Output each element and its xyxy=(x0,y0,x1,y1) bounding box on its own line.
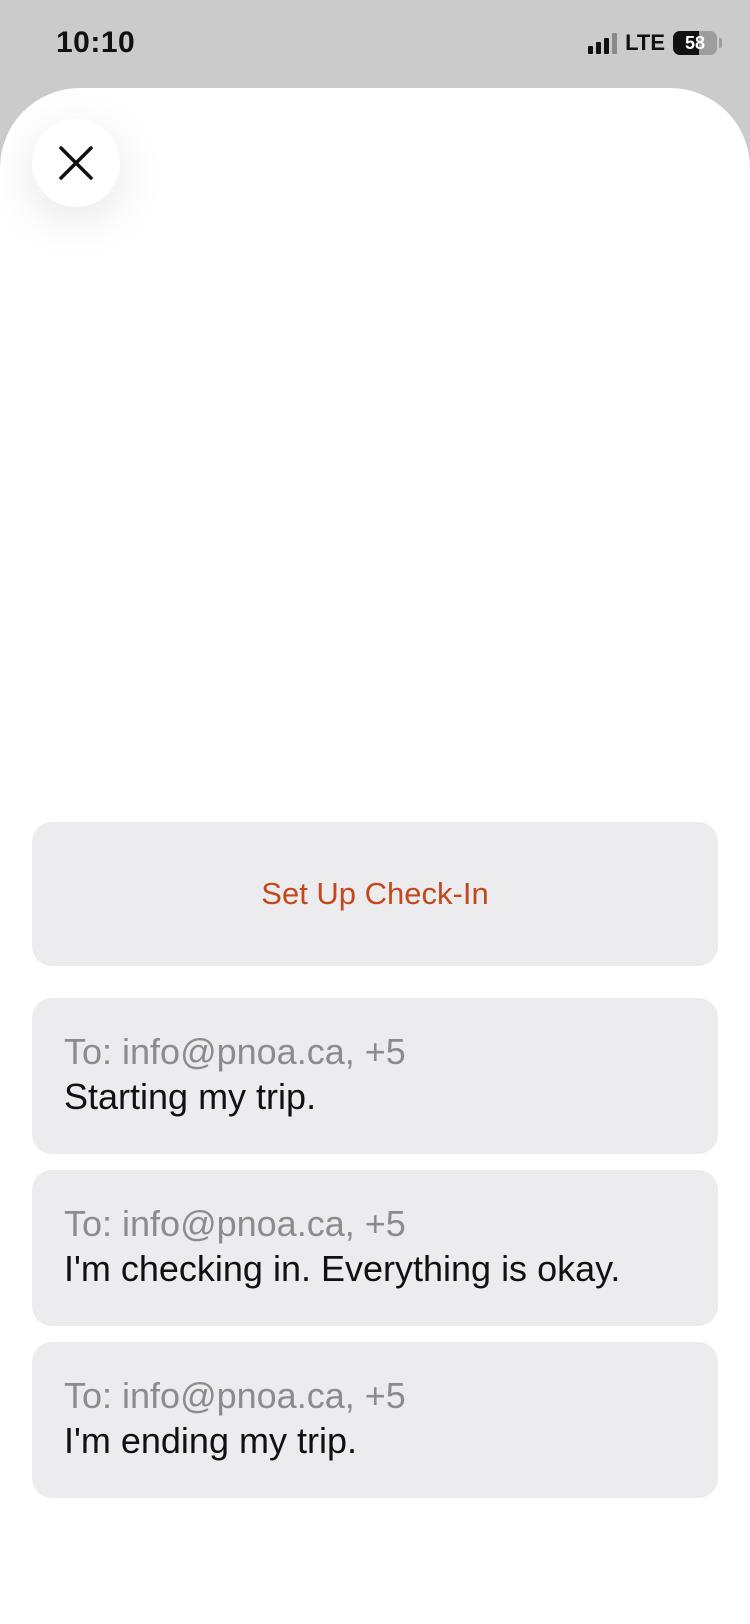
status-bar: 10:10 LTE 58 xyxy=(0,0,750,88)
check-in-sheet: Set Up Check-In To: info@pnoa.ca, +5 Sta… xyxy=(0,88,750,1624)
message-card-ending[interactable]: To: info@pnoa.ca, +5 I'm ending my trip. xyxy=(32,1342,718,1498)
message-recipients: To: info@pnoa.ca, +5 xyxy=(64,1031,406,1072)
message-recipients: To: info@pnoa.ca, +5 xyxy=(64,1203,406,1244)
set-up-check-in-button[interactable]: Set Up Check-In xyxy=(32,822,718,966)
status-time: 10:10 xyxy=(56,26,136,59)
close-icon xyxy=(59,146,93,180)
network-type: LTE xyxy=(625,30,665,55)
message-recipients: To: info@pnoa.ca, +5 xyxy=(64,1375,406,1416)
battery-cap xyxy=(719,38,722,48)
status-indicators: LTE 58 xyxy=(588,30,722,56)
cellular-signal-icon xyxy=(588,32,618,54)
battery-icon: 58 xyxy=(673,31,717,55)
close-button[interactable] xyxy=(32,119,120,207)
message-card-checking-in[interactable]: To: info@pnoa.ca, +5 I'm checking in. Ev… xyxy=(32,1170,718,1326)
message-text: I'm checking in. Everything is okay. xyxy=(64,1248,621,1289)
message-card-starting[interactable]: To: info@pnoa.ca, +5 Starting my trip. xyxy=(32,998,718,1154)
message-text: Starting my trip. xyxy=(64,1076,317,1117)
battery-level: 58 xyxy=(684,32,706,53)
message-text: I'm ending my trip. xyxy=(64,1420,357,1461)
